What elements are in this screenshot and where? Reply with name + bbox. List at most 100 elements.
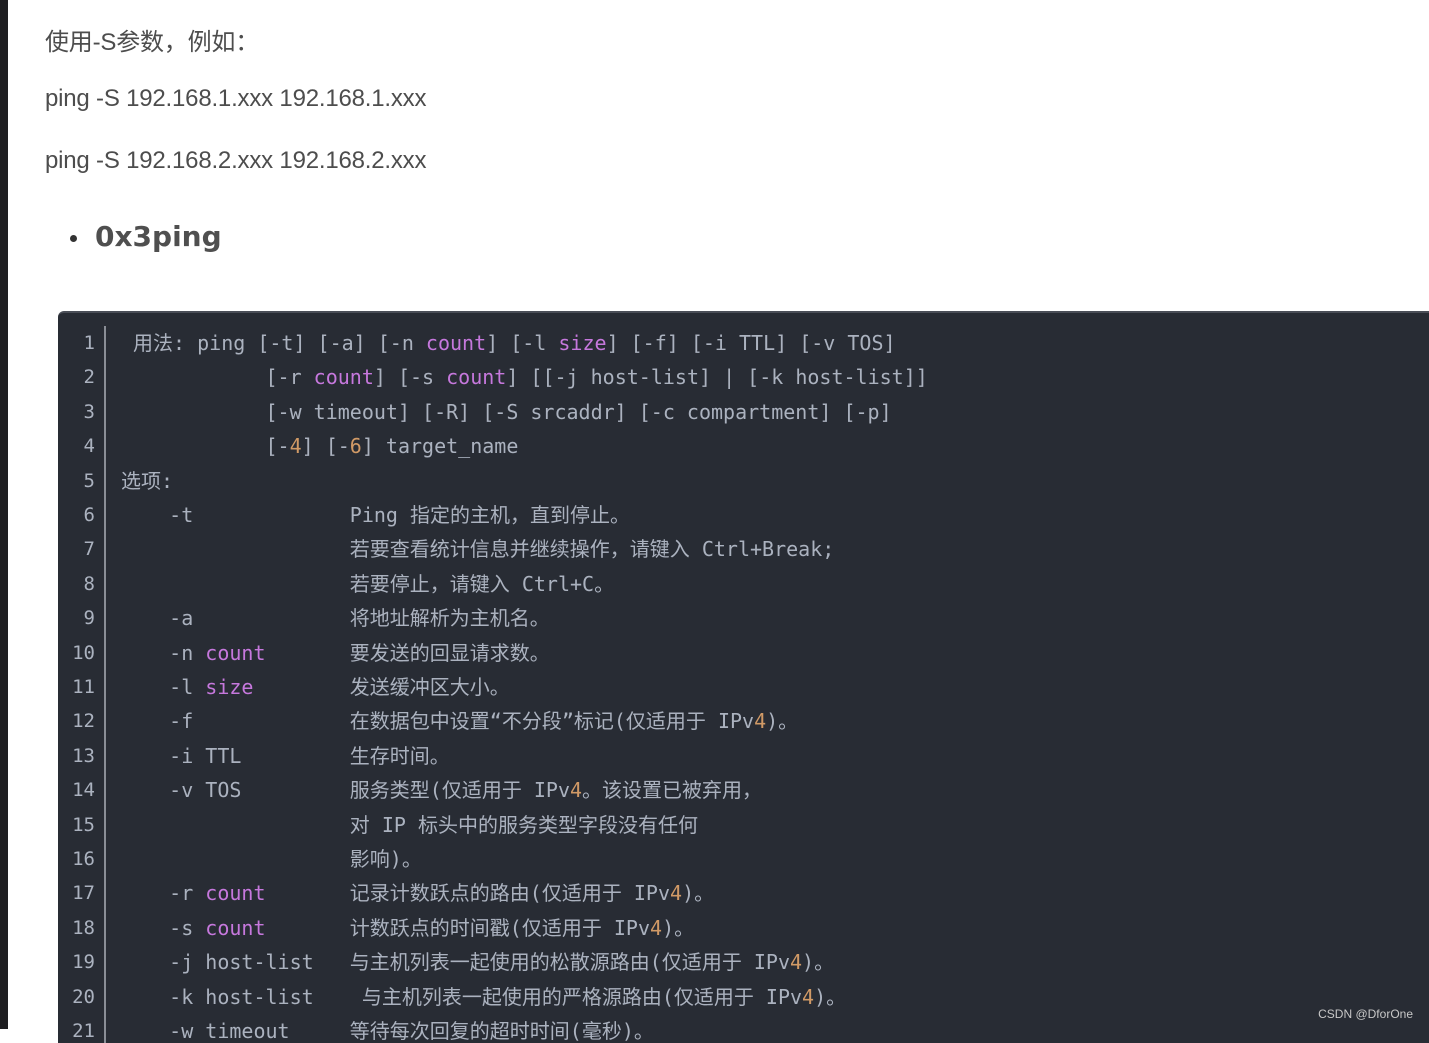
- code-token: 若要查看统计信息并继续操作，请键入 Ctrl+Break;: [121, 537, 835, 562]
- code-token: )。: [766, 709, 799, 734]
- code-token-param: size: [205, 675, 254, 699]
- code-text: -l size 发送缓冲区大小。: [121, 670, 510, 704]
- window-edge: [0, 0, 8, 1029]
- code-token: [-w timeout] [-R] [-S srcaddr] [-c compa…: [121, 399, 892, 424]
- watermark: CSDN @DforOne: [1318, 1007, 1413, 1021]
- code-line: 12 -f 在数据包中设置“不分段”标记(仅适用于 IPv4)。: [58, 704, 1429, 738]
- code-token: )。: [682, 881, 715, 906]
- code-text: -r count 记录计数跃点的路由(仅适用于 IPv4)。: [121, 876, 714, 910]
- code-line: 8 若要停止，请键入 Ctrl+C。: [58, 567, 1429, 601]
- code-line: 18 -s count 计数跃点的时间戳(仅适用于 IPv4)。: [58, 911, 1429, 945]
- code-line: 2 [-r count] [-s count] [[-j host-list] …: [58, 360, 1429, 394]
- line-number: 17: [72, 882, 95, 905]
- code-text: 对 IP 标头中的服务类型字段没有任何: [121, 808, 698, 842]
- section-heading: 0x3ping: [70, 220, 222, 253]
- line-number: 15: [72, 813, 95, 836]
- code-token-param: count: [313, 365, 374, 390]
- code-text: -j host-list 与主机列表一起使用的松散源路由(仅适用于 IPv4)。: [121, 945, 834, 979]
- code-text: [-r count] [-s count] [[-j host-list] | …: [121, 360, 927, 394]
- code-token-number: 6: [349, 434, 362, 459]
- code-token: ] [-s: [373, 365, 447, 390]
- code-line: 7 若要查看统计信息并继续操作，请键入 Ctrl+Break;: [58, 532, 1429, 566]
- code-text: -i TTL 生存时间。: [121, 739, 450, 773]
- code-text: -k host-list 与主机列表一起使用的严格源路由(仅适用于 IPv4)。: [121, 980, 846, 1014]
- code-line: 9 -a 将地址解析为主机名。: [58, 601, 1429, 635]
- code-line: 19 -j host-list 与主机列表一起使用的松散源路由(仅适用于 IPv…: [58, 945, 1429, 979]
- line-number: 7: [83, 538, 95, 561]
- code-token: 记录计数跃点的路由(仅适用于 IPv: [265, 881, 671, 906]
- code-token: -a 将地址解析为主机名。: [121, 606, 550, 631]
- code-line: 14 -v TOS 服务类型(仅适用于 IPv4。该设置已被弃用，: [58, 773, 1429, 807]
- code-block[interactable]: 1 用法: ping [-t] [-a] [-n count] [-l size…: [58, 311, 1429, 1043]
- code-token-number: 4: [650, 915, 663, 940]
- code-token: -j host-list 与主机列表一起使用的松散源路由(仅适用于 IPv: [121, 950, 790, 975]
- code-token-param: count: [205, 640, 266, 665]
- paragraph-example-2: ping -S 192.168.2.xxx 192.168.2.xxx: [45, 147, 427, 174]
- code-token: -k host-list 与主机列表一起使用的严格源路由(仅适用于 IPv: [121, 984, 803, 1009]
- code-token-number: 4: [289, 434, 302, 459]
- code-text: -f 在数据包中设置“不分段”标记(仅适用于 IPv4)。: [121, 704, 798, 738]
- line-number: 14: [72, 779, 95, 802]
- code-text: 若要查看统计信息并继续操作，请键入 Ctrl+Break;: [121, 532, 835, 566]
- code-token: -t Ping 指定的主机，直到停止。: [121, 503, 630, 527]
- code-token-number: 4: [789, 950, 803, 975]
- code-text: 用法: ping [-t] [-a] [-n count] [-l size] …: [121, 326, 896, 360]
- code-token: )。: [814, 984, 847, 1009]
- code-token: 计数跃点的时间戳(仅适用于 IPv: [265, 915, 651, 940]
- code-line: 17 -r count 记录计数跃点的路由(仅适用于 IPv4)。: [58, 876, 1429, 910]
- section-heading-text: 0x3ping: [95, 220, 222, 253]
- code-token: )。: [802, 950, 835, 975]
- code-token: -v TOS 服务类型(仅适用于 IPv: [121, 778, 570, 803]
- code-token-param: size: [558, 331, 607, 355]
- line-number: 20: [72, 985, 95, 1008]
- code-text: -a 将地址解析为主机名。: [121, 601, 550, 635]
- line-number: 19: [72, 951, 95, 974]
- line-number: 5: [83, 469, 95, 492]
- line-number: 11: [72, 676, 95, 698]
- code-token: ] [-: [301, 434, 350, 459]
- code-token-number: 4: [569, 778, 583, 803]
- code-text: [-4] [-6] target_name: [121, 429, 518, 463]
- code-token: -i TTL 生存时间。: [121, 743, 450, 768]
- code-token: 发送缓冲区大小。: [253, 675, 510, 699]
- code-text: 影响)。: [121, 842, 422, 876]
- code-line: 20 -k host-list 与主机列表一起使用的严格源路由(仅适用于 IPv…: [58, 980, 1429, 1014]
- code-line: 5 选项:: [58, 464, 1429, 498]
- code-line: 10 -n count 要发送的回显请求数。: [58, 636, 1429, 670]
- code-text: -t Ping 指定的主机，直到停止。: [121, 498, 630, 532]
- code-line: 13 -i TTL 生存时间。: [58, 739, 1429, 773]
- code-token: [-: [121, 434, 290, 459]
- code-line: 16 影响)。: [58, 842, 1429, 876]
- line-number: 2: [83, 366, 95, 389]
- code-token: -s: [121, 915, 206, 940]
- code-token: -n: [121, 640, 206, 665]
- line-number: 8: [83, 572, 95, 595]
- code-token-number: 4: [802, 984, 815, 1009]
- code-line: 6 -t Ping 指定的主机，直到停止。: [58, 498, 1429, 532]
- line-number: 16: [72, 848, 95, 870]
- code-text: -n count 要发送的回显请求数。: [121, 636, 550, 670]
- code-line: 4 [-4] [-6] target_name: [58, 429, 1429, 463]
- code-token: -r: [121, 881, 206, 906]
- code-text: -v TOS 服务类型(仅适用于 IPv4。该设置已被弃用，: [121, 773, 762, 807]
- paragraph-example-1: ping -S 192.168.1.xxx 192.168.1.xxx: [45, 85, 427, 112]
- code-token: ] [-f] [-i TTL] [-v TOS]: [606, 331, 896, 355]
- code-text: [-w timeout] [-R] [-S srcaddr] [-c compa…: [121, 395, 892, 429]
- code-token-param: count: [205, 881, 266, 906]
- code-line: 3 [-w timeout] [-R] [-S srcaddr] [-c com…: [58, 395, 1429, 429]
- code-token: 。该设置已被弃用，: [582, 778, 763, 803]
- line-number: 18: [72, 916, 95, 939]
- line-number: 1: [83, 332, 95, 354]
- line-number: 3: [83, 400, 95, 423]
- line-number: 6: [83, 504, 95, 526]
- code-token-number: 4: [670, 881, 683, 906]
- code-token-param: count: [205, 915, 266, 940]
- code-token: 用法: ping [-t] [-a] [-n: [133, 331, 426, 355]
- line-number: 4: [83, 435, 95, 458]
- code-token: ] target_name: [361, 434, 519, 459]
- code-token: 影响)。: [121, 847, 422, 871]
- paragraph-intro: 使用-S参数，例如：: [45, 29, 259, 56]
- code-token: ] [-l: [486, 331, 559, 355]
- code-token-number: 4: [754, 709, 767, 734]
- code-token-param: count: [425, 331, 487, 355]
